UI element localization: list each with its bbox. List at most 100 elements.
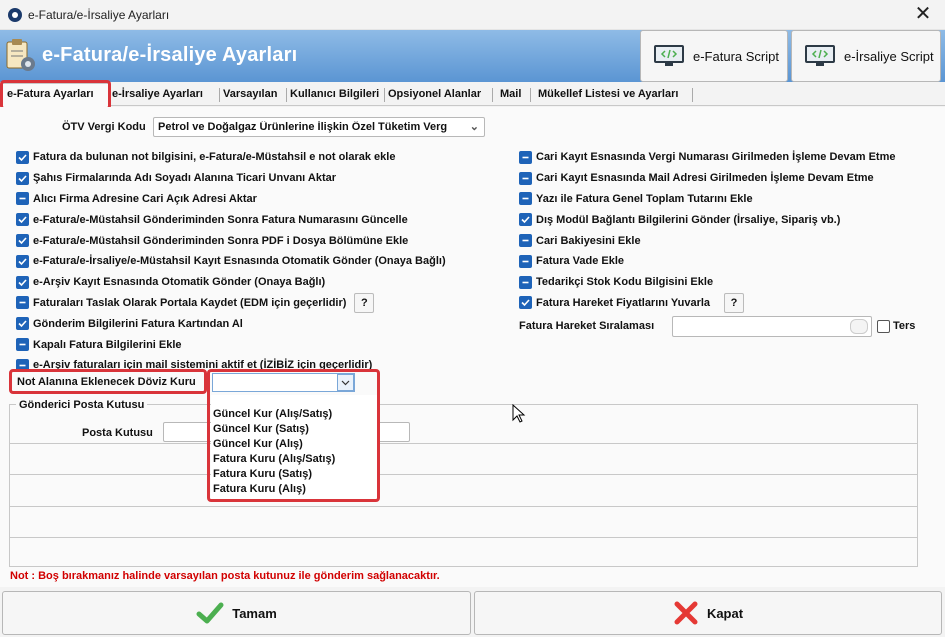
minus-icon (522, 177, 529, 179)
checkbox-checked[interactable] (16, 317, 29, 331)
option-fatura-vade[interactable]: Fatura Vade Ekle (519, 251, 934, 272)
minus-icon (19, 198, 26, 200)
checkbox-unchecked[interactable] (519, 234, 532, 248)
doviz-option[interactable]: Güncel Kur (Satış) (211, 422, 377, 437)
option-dis-modul[interactable]: Dış Modül Bağlantı Bilgilerini Gönder (İ… (519, 209, 934, 230)
checkbox-unchecked[interactable] (16, 338, 29, 352)
checkbox-checked[interactable] (16, 234, 29, 248)
efatura-script-label: e-Fatura Script (693, 48, 779, 64)
posta-kutusu-label: Posta Kutusu (82, 427, 153, 439)
checkbox-checked[interactable] (16, 213, 29, 227)
doviz-kuru-select[interactable] (212, 373, 355, 392)
option-taslak-portal[interactable]: Faturaları Taslak Olarak Portala Kaydet … (16, 292, 511, 314)
help-button[interactable]: ? (724, 292, 745, 313)
kapat-button[interactable]: Kapat (474, 591, 942, 635)
minus-icon (19, 302, 26, 304)
tamam-label: Tamam (232, 605, 277, 621)
checkbox-checked[interactable] (16, 150, 29, 164)
option-fiyat-yuvarla[interactable]: Fatura Hareket Fiyatlarını Yuvarla ? (519, 292, 934, 314)
checkmark-icon (18, 216, 27, 224)
grid-line (10, 474, 917, 475)
option-sahis-firma[interactable]: Şahıs Firmalarında Adı Soyadı Alanına Ti… (16, 168, 511, 189)
checkbox-unchecked[interactable] (16, 296, 29, 310)
option-label: e-Fatura/e-Müstahsil Gönderiminden Sonra… (33, 234, 409, 247)
tab-kullanici-bilgileri[interactable]: Kullanıcı Bilgileri (290, 88, 379, 100)
checkbox-checked[interactable] (16, 171, 29, 185)
tab-eirsaliye-ayarlari[interactable]: e-İrsaliye Ayarları (112, 88, 203, 100)
checkbox-unchecked[interactable] (519, 150, 532, 164)
option-vergi-no[interactable]: Cari Kayıt Esnasında Vergi Numarası Giri… (519, 147, 934, 168)
checkmark-icon (18, 320, 27, 328)
minus-icon (522, 239, 529, 242)
checkbox-checked[interactable] (519, 213, 532, 227)
option-fatura-numarasi[interactable]: e-Fatura/e-Müstahsil Gönderiminden Sonra… (16, 209, 511, 230)
tab-mukellef-listesi[interactable]: Mükellef Listesi ve Ayarları (538, 88, 678, 100)
option-label: Fatura Hareket Fiyatlarını Yuvarla (536, 296, 711, 309)
minus-icon (19, 343, 26, 346)
chevron-down-icon: ⌄ (469, 121, 479, 133)
otv-select[interactable]: Petrol ve Doğalgaz Ürünlerine İlişkin Öz… (153, 117, 485, 137)
doviz-option[interactable]: Fatura Kuru (Alış/Satış) (211, 452, 377, 467)
checkbox-unchecked[interactable] (16, 192, 29, 206)
checkbox-checked[interactable] (519, 296, 532, 310)
checkmark-icon (18, 237, 27, 245)
tab-mail[interactable]: Mail (500, 88, 521, 100)
option-mail-adresi[interactable]: Cari Kayıt Esnasında Mail Adresi Girilme… (519, 168, 934, 189)
option-kapali-fatura[interactable]: Kapalı Fatura Bilgilerini Ekle (16, 334, 511, 355)
checkbox-checked[interactable] (16, 275, 29, 289)
window-title: e-Fatura/e-İrsaliye Ayarları (28, 8, 170, 22)
option-label: Gönderim Bilgilerini Fatura Kartından Al (33, 317, 243, 330)
close-icon (674, 601, 698, 625)
option-label: e-Fatura/e-Müstahsil Gönderiminden Sonra… (33, 213, 408, 226)
option-label: e-Arşiv faturaları için mail sistemini a… (33, 359, 373, 372)
tab-separator (384, 88, 385, 102)
tab-efatura-ayarlari[interactable]: e-Fatura Ayarları (7, 88, 94, 100)
tab-opsiyonel-alanlar[interactable]: Opsiyonel Alanlar (388, 88, 481, 100)
otv-select-value: Petrol ve Doğalgaz Ürünlerine İlişkin Öz… (158, 121, 448, 133)
checkmark-icon (521, 299, 530, 307)
efatura-script-button[interactable]: e-Fatura Script (640, 30, 788, 82)
close-window-button[interactable]: ✕ (908, 3, 938, 27)
option-alici-adres[interactable]: Alıcı Firma Adresine Cari Açık Adresi Ak… (16, 189, 511, 210)
help-button[interactable]: ? (354, 292, 375, 313)
eirsaliye-script-label: e-İrsaliye Script (844, 48, 934, 64)
eirsaliye-script-button[interactable]: e-İrsaliye Script (791, 30, 941, 82)
tab-separator (692, 88, 693, 102)
doviz-option[interactable]: Güncel Kur (Alış) (211, 437, 377, 452)
checkbox-unchecked[interactable] (519, 275, 532, 289)
page-title: e-Fatura/e-İrsaliye Ayarları (42, 44, 298, 66)
option-earsiv-otomatik[interactable]: e-Arşiv Kayıt Esnasında Otomatik Gönder … (16, 272, 511, 293)
checkbox-checked[interactable] (16, 254, 29, 268)
option-tedarikci-stok[interactable]: Tedarikçi Stok Kodu Bilgisini Ekle (519, 272, 934, 293)
checkmark-icon (18, 154, 27, 162)
tab-varsayilan[interactable]: Varsayılan (223, 88, 277, 100)
checkbox-unchecked[interactable] (519, 254, 532, 268)
option-label: Faturaları Taslak Olarak Portala Kaydet … (33, 296, 347, 309)
option-not-bilgisi[interactable]: Fatura da bulunan not bilgisini, e-Fatur… (16, 147, 511, 168)
ters-checkbox[interactable] (877, 320, 890, 333)
checkmark-icon (18, 258, 27, 266)
tamam-button[interactable]: Tamam (2, 591, 471, 635)
doviz-option[interactable]: Fatura Kuru (Satış) (211, 467, 377, 482)
settings-document-icon (6, 39, 35, 71)
option-cari-bakiye[interactable]: Cari Bakiyesini Ekle (519, 230, 934, 251)
option-gonderim-bilgileri[interactable]: Gönderim Bilgilerini Fatura Kartından Al (16, 313, 511, 334)
option-pdf-dosya[interactable]: e-Fatura/e-Müstahsil Gönderiminden Sonra… (16, 230, 511, 251)
doviz-option[interactable]: Güncel Kur (Alış/Satış) (211, 407, 377, 422)
tab-separator (286, 88, 287, 102)
doviz-dropdown-button[interactable] (337, 374, 354, 391)
checkbox-unchecked[interactable] (16, 358, 29, 372)
option-label: Yazı ile Fatura Genel Toplam Tutarını Ek… (536, 192, 753, 205)
option-otomatik-gonder[interactable]: e-Fatura/e-İrsaliye/e-Müstahsil Kayıt Es… (16, 251, 511, 272)
minus-icon (522, 198, 529, 200)
chevron-down-icon (341, 380, 350, 385)
siralama-select[interactable] (672, 316, 872, 337)
tab-separator (530, 88, 531, 102)
option-yazi-ile-toplam[interactable]: Yazı ile Fatura Genel Toplam Tutarını Ek… (519, 189, 934, 210)
dropdown-button[interactable] (850, 319, 868, 334)
kapat-label: Kapat (706, 605, 744, 621)
checkbox-unchecked[interactable] (519, 171, 532, 185)
doviz-option[interactable]: Fatura Kuru (Alış) (211, 482, 377, 497)
tab-separator (492, 88, 493, 102)
checkbox-unchecked[interactable] (519, 192, 532, 206)
